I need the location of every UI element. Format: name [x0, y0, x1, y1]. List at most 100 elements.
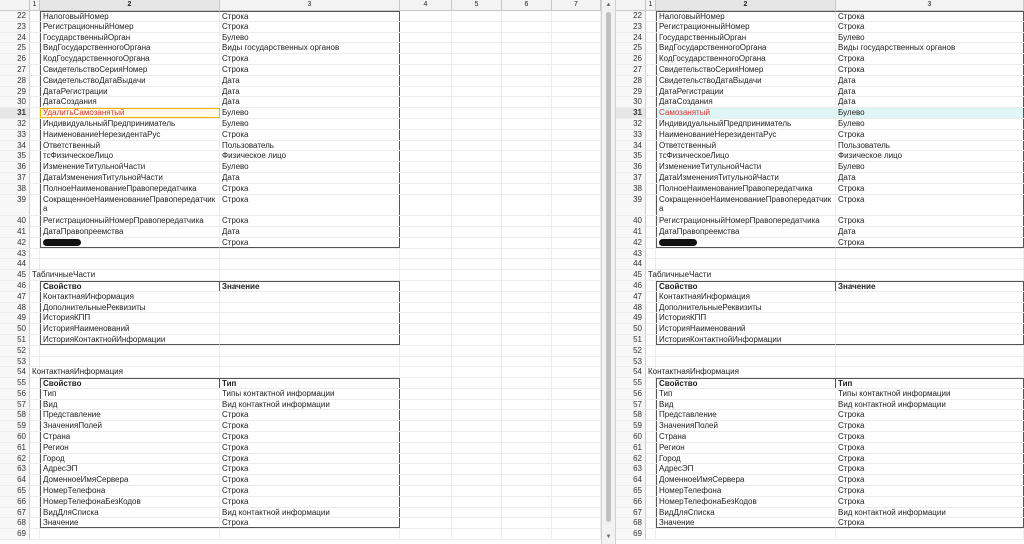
grid-cell[interactable] [400, 162, 452, 172]
grid-cell[interactable]: Строка [836, 11, 1024, 21]
grid-cell[interactable] [452, 291, 502, 302]
grid-cell[interactable] [400, 108, 452, 118]
grid-cell[interactable] [30, 259, 40, 270]
grid-cell[interactable]: НомерТелефонаБезКодов [656, 496, 836, 507]
section-title[interactable]: КонтактнаяИнформация [646, 367, 739, 378]
grid-cell[interactable] [452, 97, 502, 108]
grid-cell[interactable]: Строка [836, 64, 1024, 75]
grid-cell[interactable]: Ответственный [656, 140, 836, 151]
grid-cell[interactable] [30, 194, 40, 216]
grid-cell[interactable] [452, 302, 502, 313]
column-header-1[interactable]: 1 [30, 0, 40, 10]
grid-cell[interactable] [30, 378, 40, 388]
grid-cell[interactable] [30, 151, 40, 162]
grid-cell[interactable]: Дата [836, 86, 1024, 97]
grid-cell[interactable] [502, 129, 552, 140]
row-number[interactable]: 69 [0, 529, 30, 540]
grid-cell[interactable] [646, 216, 656, 226]
grid-cell[interactable] [452, 464, 502, 475]
grid-cell[interactable]: Строка [220, 194, 400, 216]
grid-cell[interactable] [30, 324, 40, 334]
scrollbar-thumb[interactable] [606, 12, 611, 522]
row-number[interactable]: 42 [0, 237, 30, 248]
grid-cell[interactable]: Строка [220, 410, 400, 421]
grid-cell[interactable] [552, 280, 601, 291]
grid-cell[interactable]: Строка [220, 421, 400, 432]
grid-cell[interactable]: ДатаПравопреемства [656, 226, 836, 237]
grid-cell[interactable] [400, 237, 452, 248]
grid-cell[interactable]: Тип [656, 388, 836, 399]
grid-cell[interactable] [646, 54, 656, 64]
grid-cell[interactable]: Строка [220, 237, 400, 248]
grid-cell[interactable]: Дата [836, 97, 1024, 108]
grid-cell[interactable]: НомерТелефона [656, 486, 836, 496]
grid-cell[interactable]: Строка [836, 496, 1024, 507]
row-number[interactable]: 39 [616, 194, 646, 216]
grid-cell[interactable] [836, 248, 1024, 259]
grid-cell[interactable] [400, 410, 452, 421]
grid-cell[interactable]: Значение [40, 518, 220, 529]
row-number[interactable]: 22 [0, 11, 30, 21]
row-number[interactable]: 57 [0, 399, 30, 410]
grid-cell[interactable] [400, 432, 452, 442]
grid-cell[interactable]: Строка [836, 129, 1024, 140]
grid-cell[interactable] [646, 259, 656, 270]
grid-cell[interactable]: НомерТелефона [40, 486, 220, 496]
section-title[interactable]: ТабличныеЧасти [30, 270, 95, 280]
grid-cell[interactable]: Строка [220, 54, 400, 64]
grid-cell[interactable] [452, 108, 502, 118]
grid-cell[interactable] [646, 43, 656, 54]
grid-cell[interactable] [502, 11, 552, 21]
grid-cell[interactable] [400, 291, 452, 302]
grid-cell[interactable] [552, 367, 601, 378]
grid-cell[interactable] [502, 313, 552, 324]
grid-cell[interactable] [502, 75, 552, 86]
grid-cell[interactable] [552, 54, 601, 64]
grid-cell[interactable]: Пользователь [220, 140, 400, 151]
row-number[interactable]: 45 [0, 270, 30, 280]
grid-cell[interactable] [400, 421, 452, 432]
grid-cell[interactable] [400, 313, 452, 324]
grid-cell[interactable]: Строка [836, 216, 1024, 226]
grid-cell[interactable] [646, 151, 656, 162]
grid-cell[interactable] [502, 86, 552, 97]
grid-cell[interactable] [502, 248, 552, 259]
row-number[interactable]: 35 [616, 151, 646, 162]
grid-cell[interactable] [836, 356, 1024, 367]
grid-cell[interactable] [552, 194, 601, 216]
grid-cell[interactable] [836, 367, 1024, 378]
grid-cell[interactable]: Физическое лицо [220, 151, 400, 162]
grid-cell[interactable] [552, 162, 601, 172]
column-header-7[interactable]: 7 [552, 0, 601, 10]
grid-cell[interactable] [646, 345, 656, 356]
grid-cell[interactable]: ДополнительныеРеквизиты [656, 302, 836, 313]
column-header-3[interactable]: 3 [836, 0, 1024, 10]
grid-cell[interactable] [646, 432, 656, 442]
row-number[interactable]: 68 [0, 518, 30, 529]
grid-cell[interactable]: Типы контактной информации [836, 388, 1024, 399]
grid-cell[interactable] [502, 442, 552, 453]
grid-cell[interactable] [646, 475, 656, 486]
grid-cell[interactable]: ИсторияКонтактнойИнформации [40, 334, 220, 345]
grid-cell[interactable]: Город [656, 453, 836, 464]
grid-cell[interactable] [502, 345, 552, 356]
grid-cell[interactable]: Тип [40, 388, 220, 399]
row-number[interactable]: 24 [0, 32, 30, 43]
grid-cell[interactable]: Вид контактной информации [220, 399, 400, 410]
grid-cell[interactable] [400, 518, 452, 529]
grid-cell[interactable] [836, 302, 1024, 313]
grid-cell[interactable] [646, 518, 656, 529]
grid-cell[interactable] [452, 345, 502, 356]
row-number[interactable]: 22 [616, 11, 646, 21]
grid-cell[interactable] [30, 172, 40, 183]
grid-cell[interactable] [30, 442, 40, 453]
grid-cell[interactable]: Вид контактной информации [220, 507, 400, 518]
row-number[interactable]: 60 [0, 432, 30, 442]
grid-cell[interactable] [552, 324, 601, 334]
grid-cell[interactable]: Строка [220, 11, 400, 21]
grid-cell[interactable]: ВидДляСписка [40, 507, 220, 518]
grid-cell[interactable]: Дата [220, 86, 400, 97]
row-number[interactable]: 57 [616, 399, 646, 410]
grid-cell[interactable] [30, 162, 40, 172]
grid-cell[interactable] [452, 237, 502, 248]
